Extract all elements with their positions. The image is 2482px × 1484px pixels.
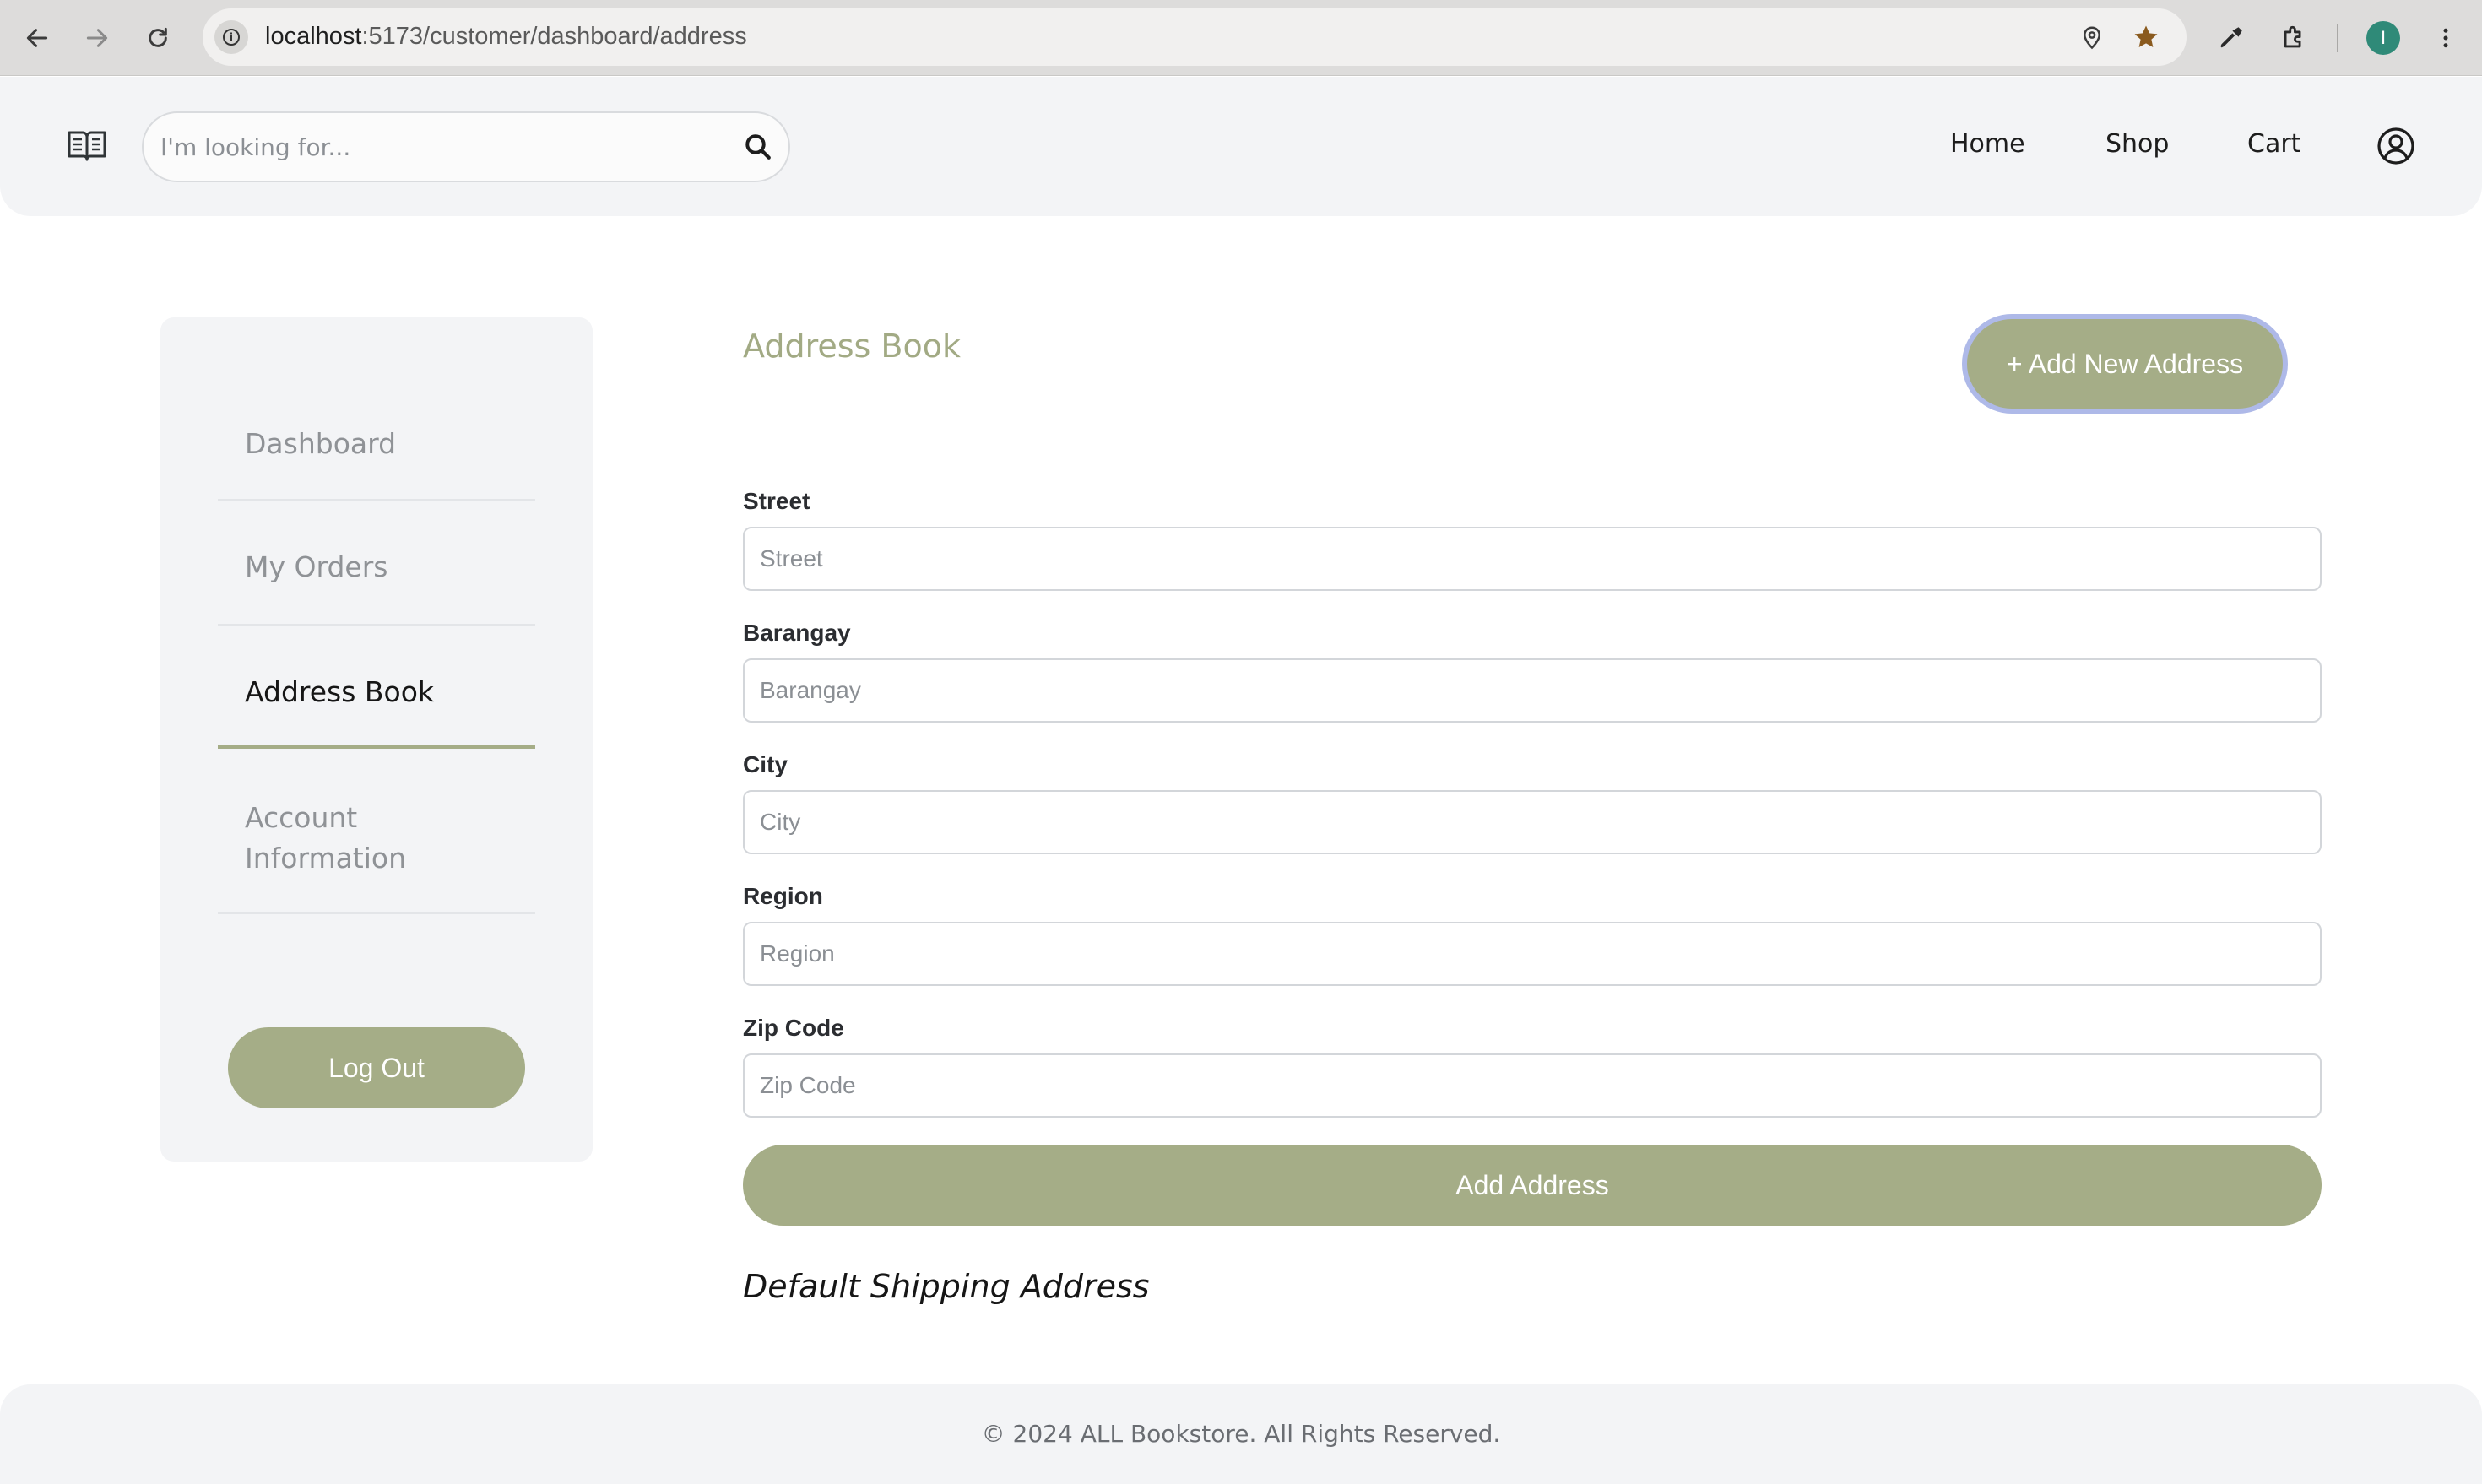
zip-code-field[interactable] <box>743 1053 2322 1118</box>
nav-link-home[interactable]: Home <box>1950 129 2025 159</box>
region-field[interactable] <box>743 922 2322 986</box>
search-box <box>142 111 790 182</box>
bookmark-star-icon[interactable] <box>2129 20 2163 54</box>
url-path: :5173/customer/dashboard/address <box>361 23 747 50</box>
toolbar-divider <box>2337 24 2338 52</box>
site-header: Home Shop Cart <box>0 77 2482 216</box>
copyright-text: © 2024 ALL Bookstore. All Rights Reserve… <box>981 1420 1501 1448</box>
profile-avatar[interactable]: I <box>2360 15 2406 61</box>
eyedropper-extension-icon[interactable] <box>2208 15 2254 61</box>
browser-menu-icon[interactable] <box>2423 15 2468 61</box>
sidebar-item-dashboard[interactable]: Dashboard <box>218 403 535 501</box>
extensions-puzzle-icon[interactable] <box>2271 15 2317 61</box>
city-field[interactable] <box>743 790 2322 854</box>
address-bar[interactable]: localhost:5173/customer/dashboard/addres… <box>203 8 2187 66</box>
barangay-label: Barangay <box>743 620 851 646</box>
browser-toolbar: localhost:5173/customer/dashboard/addres… <box>0 0 2482 76</box>
url-text[interactable]: localhost:5173/customer/dashboard/addres… <box>265 23 747 51</box>
account-sidebar: Dashboard My Orders Address Book Account… <box>160 317 593 1162</box>
region-label: Region <box>743 883 823 909</box>
city-label: City <box>743 751 788 777</box>
default-shipping-address-heading: Default Shipping Address <box>743 1268 1150 1305</box>
back-button[interactable] <box>14 15 60 61</box>
location-pin-icon[interactable] <box>2075 20 2109 54</box>
forward-arrow-icon <box>86 29 108 47</box>
street-label: Street <box>743 488 810 514</box>
zip-code-label: Zip Code <box>743 1015 844 1041</box>
logout-button[interactable]: Log Out <box>228 1027 525 1108</box>
site-info-icon[interactable] <box>214 20 248 54</box>
sidebar-item-my-orders[interactable]: My Orders <box>218 527 535 626</box>
search-icon[interactable] <box>740 128 777 165</box>
user-account-icon[interactable] <box>2376 126 2416 166</box>
sidebar-item-account-information[interactable]: Account Information <box>218 777 535 914</box>
forward-button[interactable] <box>74 15 120 61</box>
profile-initial: I <box>2366 21 2400 55</box>
reload-icon <box>149 27 167 47</box>
page-title: Address Book <box>743 328 961 365</box>
back-arrow-icon <box>26 29 48 47</box>
url-host: localhost <box>265 23 362 50</box>
add-new-address-button[interactable]: + Add New Address <box>1967 319 2283 409</box>
nav-link-cart[interactable]: Cart <box>2247 129 2300 159</box>
sidebar-item-address-book[interactable]: Address Book <box>218 652 535 749</box>
search-input[interactable] <box>160 113 718 181</box>
open-book-logo-icon[interactable] <box>66 127 108 165</box>
reload-button[interactable] <box>135 15 181 61</box>
nav-link-shop[interactable]: Shop <box>2105 129 2169 159</box>
site-footer: © 2024 ALL Bookstore. All Rights Reserve… <box>0 1384 2482 1484</box>
street-field[interactable] <box>743 527 2322 591</box>
barangay-field[interactable] <box>743 658 2322 723</box>
add-address-button[interactable]: Add Address <box>743 1145 2322 1226</box>
